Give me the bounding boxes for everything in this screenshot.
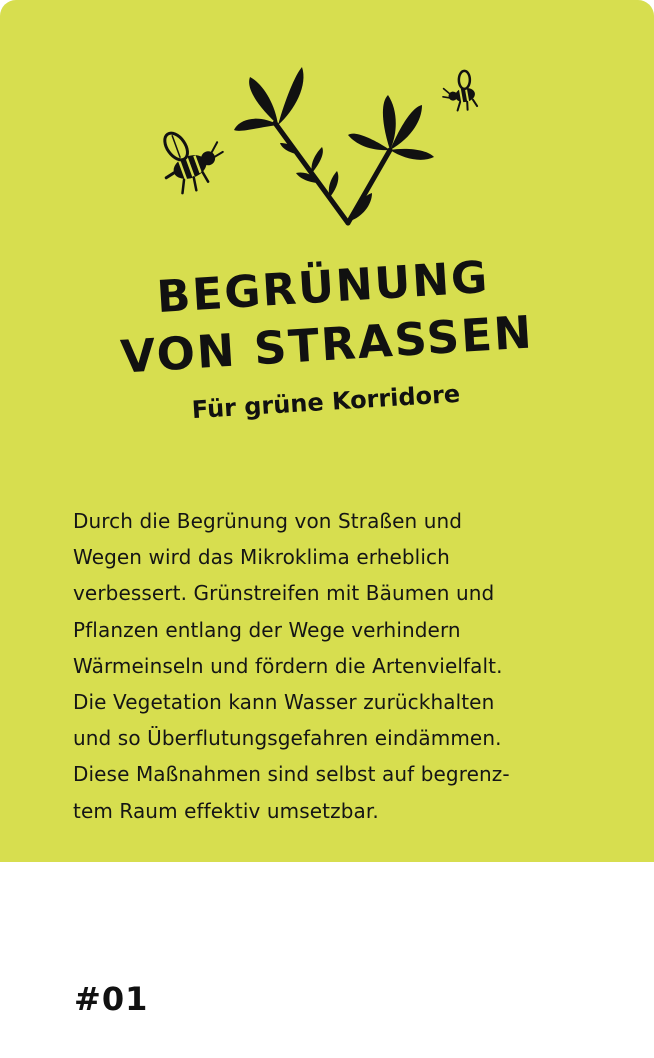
bee-icon [163,131,224,195]
body-line: Wärmeinseln und fördern die Artenvielfal… [73,653,503,678]
title: BEGRÜNUNG VON STRASSEN [0,240,654,384]
plant-and-bees-illustration [163,67,479,226]
info-card: BEGRÜNUNG VON STRASSEN Für grüne Korrido… [0,0,654,862]
body-line: und so Überflutungsgefahren eindämmen. [73,726,502,751]
card-number: #01 [74,980,149,1018]
body-line: Wegen wird das Mikroklima erheblich [73,545,450,570]
body-line: verbessert. Grünstreifen mit Bäumen und [73,581,495,606]
body-line: Pflanzen entlang der Wege verhindern [73,617,461,642]
body-text: Durch die Begrünung von Straßen und Wege… [73,503,613,829]
body-line: Durch die Begrünung von Straßen und [73,509,463,533]
bee-icon [442,69,479,112]
body-line: Diese Maßnahmen sind selbst auf begrenz- [73,762,510,787]
plant-icon [234,67,434,226]
body-line: Die Vegetation kann Wasser zurückhalten [73,690,495,715]
body-line: tem Raum effektiv umsetzbar. [73,798,379,823]
